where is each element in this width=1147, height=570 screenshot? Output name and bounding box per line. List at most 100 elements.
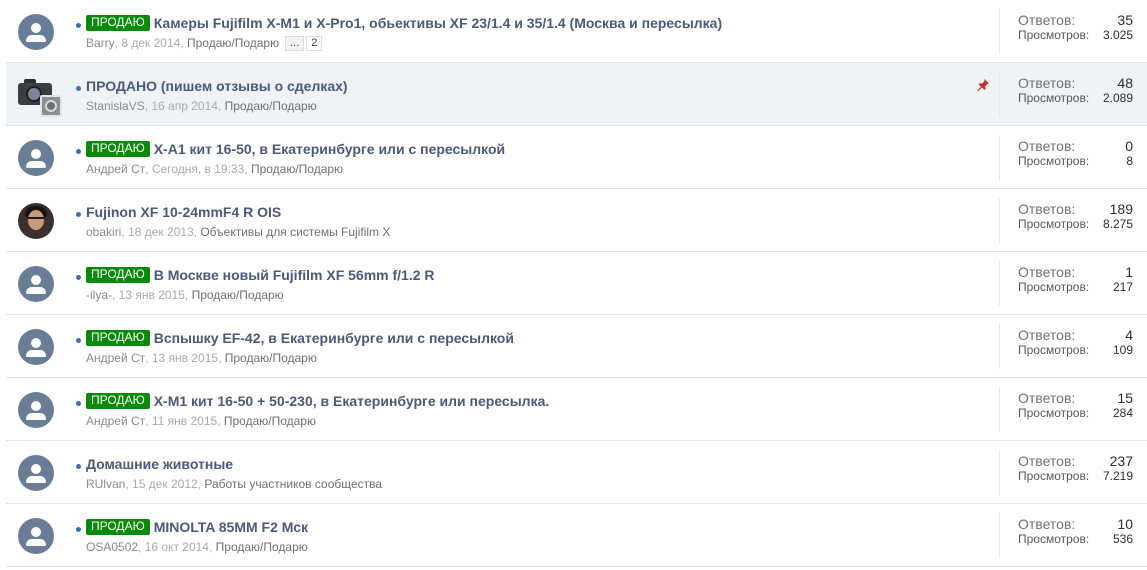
- thread-meta: Андрей Ст, 11 янв 2015, Продаю/Подарю: [86, 414, 316, 428]
- forum-link[interactable]: Продаю/Подарю: [216, 540, 308, 554]
- avatar[interactable]: [18, 77, 62, 117]
- thread-title-link[interactable]: X-M1 кит 16-50 + 50-230, в Екатеринбурге…: [154, 393, 550, 409]
- replies-label: Ответов:: [1018, 264, 1076, 280]
- forum-link[interactable]: Продаю/Подарю: [187, 36, 279, 50]
- default-avatar-icon[interactable]: [18, 329, 54, 365]
- author-link[interactable]: RUlvan: [86, 477, 125, 491]
- views-count: 7.219: [1102, 469, 1133, 483]
- forum-link[interactable]: Продаю/Подарю: [225, 351, 317, 365]
- replies-label: Ответов:: [1018, 138, 1076, 154]
- thread-date[interactable]: 8 дек 2014: [121, 36, 180, 50]
- avatar[interactable]: [18, 203, 54, 239]
- unread-dot-icon: [76, 22, 81, 28]
- views-count: 217: [1112, 280, 1133, 294]
- forum-link[interactable]: Продаю/Подарю: [192, 288, 284, 302]
- thread-meta: -ilya-, 13 янв 2015, Продаю/Подарю: [86, 288, 284, 302]
- prefix-badge[interactable]: ПРОДАЮ: [86, 330, 150, 346]
- prefix-badge[interactable]: ПРОДАЮ: [86, 393, 150, 409]
- thread-stats: Ответов: 237 Просмотров: 7.219: [999, 450, 1140, 495]
- replies-label: Ответов:: [1018, 390, 1076, 406]
- avatar[interactable]: [18, 14, 54, 50]
- thread-title-link[interactable]: Вспышку EF-42, в Екатеринбурге или с пер…: [154, 330, 514, 346]
- author-link[interactable]: Андрей Ст: [86, 414, 145, 428]
- thread-stats: Ответов: 10 Просмотров: 536: [999, 513, 1140, 558]
- person-avatar-icon[interactable]: [18, 203, 54, 239]
- forum-link[interactable]: Работы участников сообщества: [204, 477, 382, 491]
- thread-title-link[interactable]: ПРОДАНО (пишем отзывы о сделках): [86, 78, 348, 94]
- page-nav: ... 2: [285, 35, 324, 51]
- prefix-badge[interactable]: ПРОДАЮ: [86, 141, 150, 157]
- thread-title-link[interactable]: Fujinon XF 10-24mmF4 R OIS: [86, 204, 281, 220]
- thread-date[interactable]: 16 апр 2014: [151, 99, 218, 113]
- default-avatar-icon[interactable]: [18, 14, 54, 50]
- page-link-2[interactable]: 2: [306, 35, 323, 51]
- thread-title-link[interactable]: Домашние животные: [86, 456, 233, 472]
- thread-date[interactable]: 16 окт 2014: [145, 540, 209, 554]
- replies-label: Ответов:: [1018, 12, 1076, 28]
- avatar[interactable]: [18, 329, 54, 365]
- prefix-badge[interactable]: ПРОДАЮ: [86, 15, 150, 31]
- avatar[interactable]: [18, 455, 54, 491]
- avatar[interactable]: [18, 140, 54, 176]
- avatar[interactable]: [18, 266, 54, 302]
- thread-date[interactable]: 13 янв 2015: [119, 288, 185, 302]
- replies-count: 35: [1117, 12, 1133, 28]
- thread-date[interactable]: 13 янв 2015: [152, 351, 218, 365]
- default-avatar-icon[interactable]: [18, 518, 54, 554]
- lens-avatar-icon[interactable]: [40, 95, 62, 117]
- page-ellipsis[interactable]: ...: [285, 35, 305, 51]
- thread-row: Fujinon XF 10-24mmF4 R OIS obakiri, 18 д…: [6, 189, 1147, 252]
- author-link[interactable]: Андрей Ст: [86, 351, 145, 365]
- thread-row: Домашние животные RUlvan, 15 дек 2012, Р…: [6, 441, 1147, 504]
- thread-title-link[interactable]: В Москве новый Fujifilm XF 56mm f/1.2 R: [154, 267, 435, 283]
- unread-dot-icon: [76, 85, 81, 91]
- thread-main: ПРОДАНО (пишем отзывы о сделках) Stanisl…: [76, 76, 976, 114]
- thread-row: ПРОДАЮ Камеры Fujifilm X-M1 и X-Pro1, об…: [6, 0, 1147, 63]
- replies-count: 10: [1117, 516, 1133, 532]
- replies-label: Ответов:: [1018, 201, 1076, 217]
- replies-label: Ответов:: [1018, 75, 1076, 91]
- thread-stats: Ответов: 48 Просмотров: 2.089: [999, 72, 1140, 117]
- author-link[interactable]: Barry: [86, 36, 115, 50]
- default-avatar-icon[interactable]: [18, 140, 54, 176]
- thread-row: ПРОДАЮ X-M1 кит 16-50 + 50-230, в Екатер…: [6, 378, 1147, 441]
- views-count: 8: [1126, 154, 1133, 168]
- default-avatar-icon[interactable]: [18, 266, 54, 302]
- thread-title-link[interactable]: X-A1 кит 16-50, в Екатеринбурге или с пе…: [154, 141, 505, 157]
- avatar[interactable]: [18, 392, 54, 428]
- default-avatar-icon[interactable]: [18, 455, 54, 491]
- views-count: 2.089: [1102, 91, 1133, 105]
- thread-stats: Ответов: 15 Просмотров: 284: [999, 387, 1140, 432]
- unread-dot-icon: [76, 526, 81, 532]
- thread-date[interactable]: 15 дек 2012: [132, 477, 198, 491]
- author-link[interactable]: -ilya-: [86, 288, 112, 302]
- unread-dot-icon: [76, 400, 81, 406]
- forum-link[interactable]: Объективы для системы Fujifilm X: [200, 225, 390, 239]
- thread-meta: Андрей Ст, 13 янв 2015, Продаю/Подарю: [86, 351, 317, 365]
- prefix-badge[interactable]: ПРОДАЮ: [86, 519, 150, 535]
- thread-date[interactable]: Сегодня, в 19:33: [152, 162, 244, 176]
- thread-title-link[interactable]: MINOLTA 85MM F2 Мск: [154, 519, 308, 535]
- thread-stats: Ответов: 35 Просмотров: 3.025: [999, 9, 1140, 54]
- thread-date[interactable]: 11 янв 2015: [152, 414, 217, 428]
- author-link[interactable]: Андрей Ст: [86, 162, 145, 176]
- author-link[interactable]: OSA0502: [86, 540, 138, 554]
- thread-stats: Ответов: 189 Просмотров: 8.275: [999, 198, 1140, 243]
- replies-count: 0: [1125, 138, 1133, 154]
- author-link[interactable]: obakiri: [86, 225, 121, 239]
- thread-title-link[interactable]: Камеры Fujifilm X-M1 и X-Pro1, обьективы…: [154, 15, 722, 31]
- forum-link[interactable]: Продаю/Подарю: [224, 414, 316, 428]
- thread-meta: obakiri, 18 дек 2013, Объективы для сист…: [86, 225, 391, 239]
- thread-main: ПРОДАЮ Вспышку EF-42, в Екатеринбурге ил…: [76, 328, 976, 366]
- default-avatar-icon[interactable]: [18, 392, 54, 428]
- forum-link[interactable]: Продаю/Подарю: [251, 162, 343, 176]
- avatar[interactable]: [18, 518, 54, 554]
- prefix-badge[interactable]: ПРОДАЮ: [86, 267, 150, 283]
- replies-count: 189: [1109, 201, 1133, 217]
- author-link[interactable]: StanislaVS: [86, 99, 145, 113]
- forum-link[interactable]: Продаю/Подарю: [225, 99, 317, 113]
- views-label: Просмотров:: [1018, 28, 1090, 42]
- thread-date[interactable]: 18 дек 2013: [128, 225, 194, 239]
- thread-main: Fujinon XF 10-24mmF4 R OIS obakiri, 18 д…: [76, 202, 976, 240]
- thread-main: ПРОДАЮ Камеры Fujifilm X-M1 и X-Pro1, об…: [76, 13, 976, 51]
